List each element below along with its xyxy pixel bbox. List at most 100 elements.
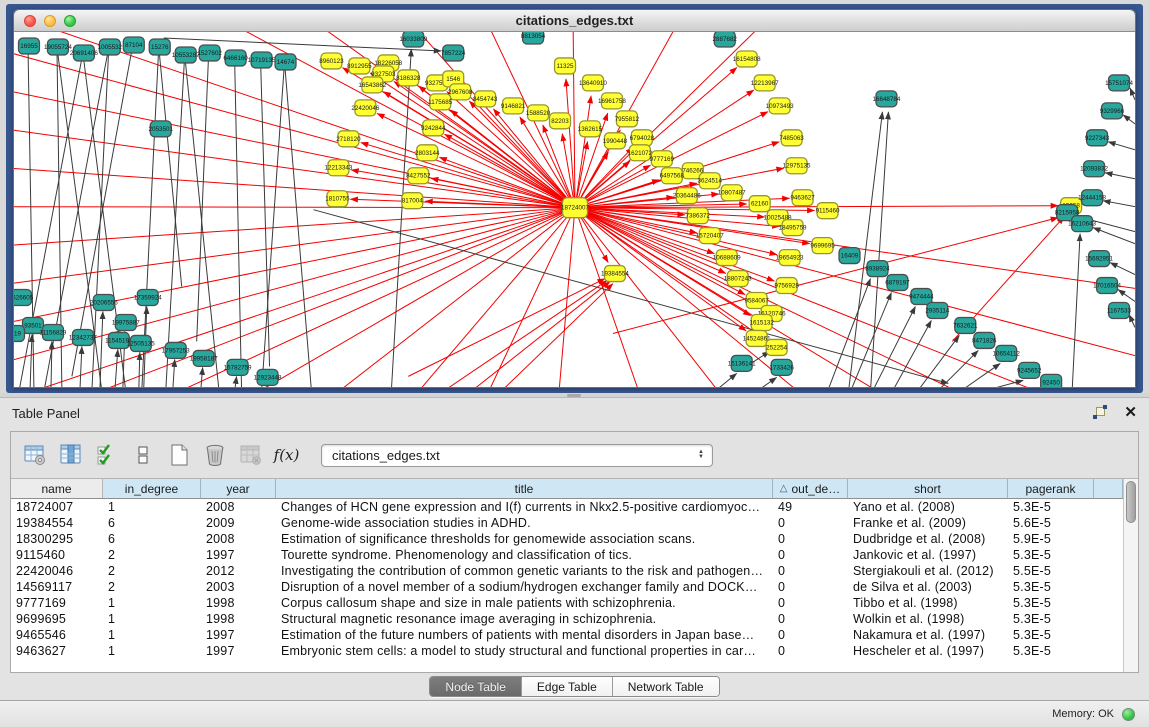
graph-node[interactable]: 6879197	[885, 275, 910, 291]
graph-node[interactable]: 18807243	[724, 271, 752, 287]
column-header-short[interactable]: short	[848, 479, 1008, 498]
graph-node[interactable]: 9227343	[1085, 130, 1110, 146]
function-icon[interactable]: f(x)	[273, 442, 300, 469]
graph-node[interactable]: 3624514	[698, 173, 723, 189]
graph-node[interactable]: 9242844	[421, 120, 446, 136]
graph-node[interactable]: 1167533	[1107, 303, 1131, 319]
tab-network-table[interactable]: Network Table	[613, 677, 719, 696]
graph-node[interactable]: 8938924	[865, 261, 890, 277]
graph-node[interactable]: 18724007	[561, 198, 589, 218]
graph-node[interactable]: 1990448	[603, 133, 628, 149]
graph-node[interactable]: 1615132	[749, 314, 774, 330]
graph-node[interactable]: 10973493	[766, 98, 794, 114]
graph-node[interactable]: 8427552	[406, 168, 431, 184]
graph-node[interactable]: 10654112	[993, 345, 1021, 361]
graph-node[interactable]: 16782759	[224, 359, 252, 375]
graph-node[interactable]: 19384554	[601, 266, 629, 282]
graph-node[interactable]: 2718120	[336, 131, 361, 147]
graph-node[interactable]: 7632621	[953, 317, 978, 333]
network-canvas[interactable]: 8960123891295518226058932750316543862818…	[14, 32, 1135, 388]
table-row[interactable]: 1938455462009Genome-wide association stu…	[11, 515, 1138, 531]
table-row[interactable]: 946362711997Embryonic stem cells: a mode…	[11, 643, 1138, 659]
graph-node[interactable]: 16409	[839, 248, 860, 264]
new-file-icon[interactable]	[165, 442, 192, 469]
graph-node[interactable]: 15276	[149, 39, 170, 55]
graph-node[interactable]: 1588520	[526, 105, 551, 121]
column-header-out_de[interactable]: △out_de…	[773, 479, 848, 498]
graph-node[interactable]: 15136141	[728, 355, 756, 371]
graph-node[interactable]: 19975887	[112, 314, 140, 330]
column-header-title[interactable]: title	[276, 479, 773, 498]
graph-node[interactable]: 9756928	[774, 278, 799, 294]
graph-node[interactable]: 11325	[555, 58, 576, 74]
table-row[interactable]: 911546021997Tourette syndrome. Phenomeno…	[11, 547, 1138, 563]
graph-node[interactable]: 10719135	[248, 52, 276, 68]
graph-node[interactable]: 7857224	[441, 45, 466, 61]
graph-node[interactable]: 2935114	[925, 303, 949, 319]
graph-node[interactable]: 1733426	[769, 359, 794, 375]
column-header-pagerank[interactable]: pagerank	[1008, 479, 1094, 498]
table-row[interactable]: 977716911998Corpus callosum shape and si…	[11, 595, 1138, 611]
graph-node[interactable]: 7485063	[779, 130, 804, 146]
tab-edge-table[interactable]: Edge Table	[522, 677, 613, 696]
graph-node[interactable]: 8813054	[521, 32, 546, 44]
graph-node[interactable]: 7386372	[686, 208, 711, 224]
graph-node[interactable]: 19958187	[190, 350, 218, 366]
graph-node[interactable]: 12444158	[1078, 190, 1106, 206]
graph-node[interactable]: 12342737	[69, 329, 97, 345]
graph-node[interactable]: 16154808	[733, 51, 761, 67]
graph-node[interactable]: 6466160	[223, 50, 248, 66]
column-header-year[interactable]: year	[201, 479, 276, 498]
graph-node[interactable]: 16210643	[1068, 216, 1096, 232]
table-row[interactable]: 1872400712008Changes of HCN gene express…	[11, 499, 1138, 515]
splitter-grip[interactable]	[567, 394, 581, 397]
graph-node[interactable]: 12213967	[751, 75, 779, 91]
table-row[interactable]: 1456911722003Disruption of a novel membe…	[11, 579, 1138, 595]
graph-node[interactable]: 16033809	[399, 32, 427, 47]
graph-node[interactable]: 87104	[123, 37, 144, 53]
graph-node[interactable]: 15720407	[696, 228, 724, 244]
graph-node[interactable]: 12975135	[783, 158, 811, 174]
graph-node[interactable]: 10807487	[718, 185, 746, 201]
table-row[interactable]: 2242004622012Investigating the contribut…	[11, 563, 1138, 579]
zoom-window-icon[interactable]	[64, 15, 76, 27]
graph-node[interactable]: 14674	[275, 54, 296, 70]
graph-node[interactable]: 18495759	[779, 220, 807, 236]
graph-node[interactable]: 22420046	[351, 100, 379, 116]
table-settings-icon[interactable]	[21, 442, 48, 469]
graph-node[interactable]: 62160	[749, 196, 770, 212]
graph-node[interactable]: 9115460	[816, 203, 840, 219]
graph-node[interactable]: 16961758	[598, 93, 626, 109]
column-header-in_degree[interactable]: in_degree	[103, 479, 201, 498]
graph-node[interactable]: 9146821	[501, 98, 526, 114]
graph-node[interactable]: 8960123	[319, 53, 344, 69]
close-window-icon[interactable]	[24, 15, 36, 27]
network-window[interactable]: citations_edges.txt 89601238912955182260…	[13, 9, 1136, 388]
graph-node[interactable]: 16955	[18, 38, 39, 54]
graph-node[interactable]: 2526605	[14, 290, 34, 306]
table-row[interactable]: 1830029562008Estimation of significance …	[11, 531, 1138, 547]
delete-trash-icon[interactable]	[201, 442, 228, 469]
graph-node[interactable]: 8454743	[473, 91, 498, 107]
graph-node[interactable]: 10553287	[172, 47, 200, 63]
graph-node[interactable]: 9245652	[1017, 362, 1042, 378]
graph-node[interactable]: 12093832	[1080, 161, 1108, 177]
minimize-window-icon[interactable]	[44, 15, 56, 27]
network-canvas-container[interactable]: 8960123891295518226058932750316543862818…	[14, 32, 1135, 388]
graph-node[interactable]: 817004	[402, 193, 423, 209]
graph-node[interactable]: 15692951	[1085, 251, 1113, 267]
graph-node[interactable]: 16648784	[872, 91, 900, 107]
graph-node[interactable]: 1005532	[98, 39, 123, 55]
graph-node[interactable]: 82203	[550, 113, 571, 129]
scrollbar-thumb[interactable]	[1126, 481, 1136, 523]
graph-node[interactable]: 17016504	[1093, 278, 1121, 294]
graph-node[interactable]: 16543862	[358, 77, 386, 93]
graph-node[interactable]: 1175685	[428, 94, 452, 110]
tab-node-table[interactable]: Node Table	[430, 677, 522, 696]
graph-node[interactable]: 8912955	[347, 58, 372, 74]
graph-node[interactable]: 12505135	[127, 335, 155, 351]
table-selector[interactable]: citations_edges.txt ▲▼	[321, 444, 713, 467]
graph-node[interactable]: 19055724	[44, 39, 72, 55]
graph-node[interactable]: 2887682	[713, 32, 738, 47]
graph-node[interactable]: 17957253	[162, 342, 190, 358]
